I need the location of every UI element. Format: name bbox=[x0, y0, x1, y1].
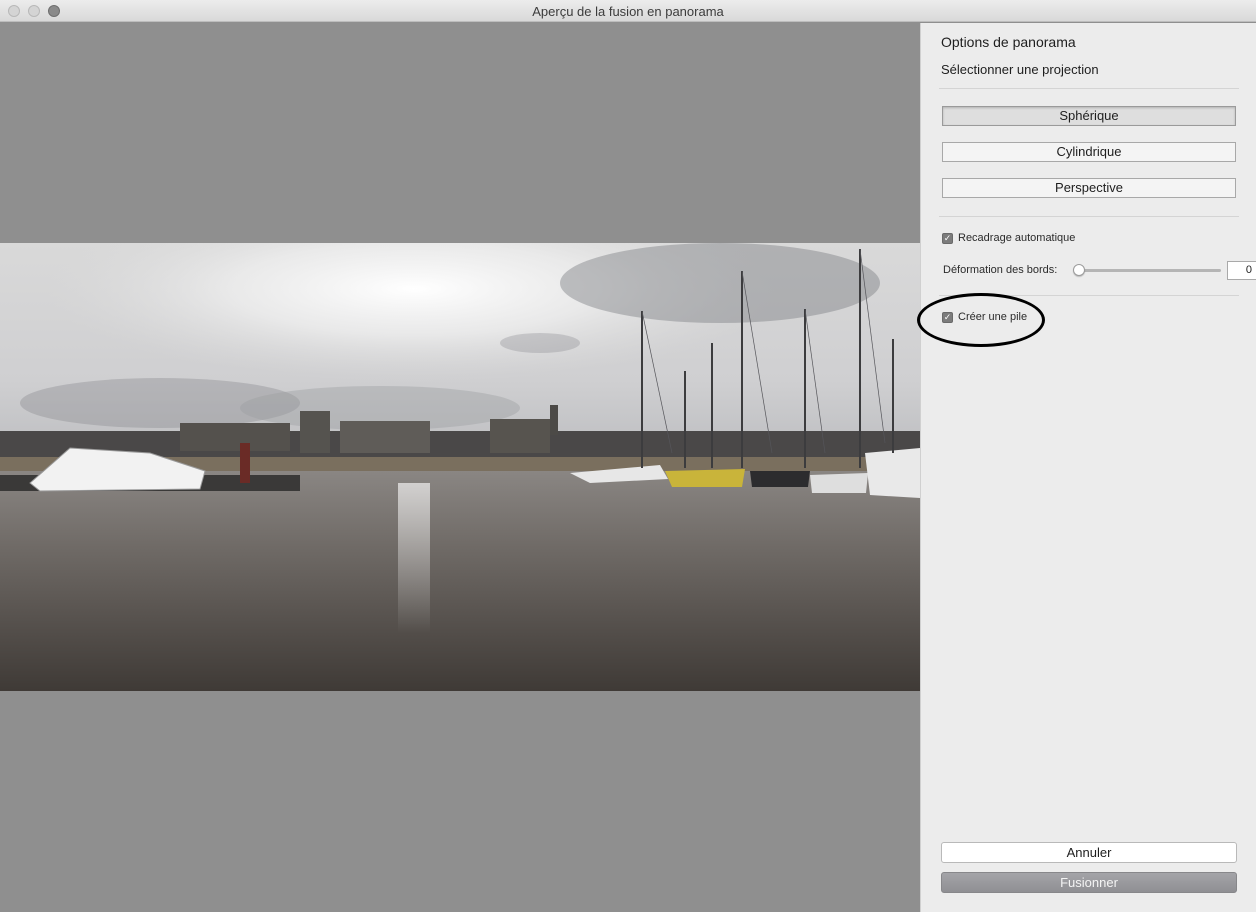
cancel-button[interactable]: Annuler bbox=[941, 842, 1237, 863]
spherical-projection-button[interactable]: Sphérique bbox=[942, 106, 1236, 126]
divider bbox=[939, 88, 1239, 89]
auto-crop-checkbox[interactable]: ✓ bbox=[942, 232, 953, 244]
boundary-warp-slider-thumb[interactable] bbox=[1073, 264, 1085, 276]
perspective-projection-button[interactable]: Perspective bbox=[942, 178, 1236, 198]
preview-area bbox=[0, 23, 920, 912]
auto-crop-label: Recadrage automatique bbox=[958, 232, 1076, 244]
window-title: Aperçu de la fusion en panorama bbox=[532, 4, 724, 19]
boundary-warp-slider-track[interactable] bbox=[1079, 269, 1221, 272]
panorama-preview-image bbox=[0, 243, 920, 691]
panel-heading: Options de panorama bbox=[941, 34, 1076, 50]
divider bbox=[939, 216, 1239, 217]
panorama-options-panel: Options de panorama Sélectionner une pro… bbox=[917, 23, 1256, 912]
auto-crop-option[interactable]: ✓ Recadrage automatique bbox=[942, 232, 1075, 244]
cylindrical-projection-button[interactable]: Cylindrique bbox=[942, 142, 1236, 162]
boundary-warp-row: Déformation des bords: 0 bbox=[943, 261, 1256, 281]
projection-heading: Sélectionner une projection bbox=[941, 62, 1099, 77]
boundary-warp-label: Déformation des bords: bbox=[943, 264, 1058, 276]
merge-button[interactable]: Fusionner bbox=[941, 872, 1237, 893]
boundary-warp-value-field[interactable]: 0 bbox=[1227, 261, 1256, 280]
highlight-ring-annotation bbox=[917, 293, 1045, 347]
title-bar: Aperçu de la fusion en panorama bbox=[0, 0, 1256, 22]
panorama-merge-window: Aperçu de la fusion en panorama Options … bbox=[0, 0, 1256, 912]
